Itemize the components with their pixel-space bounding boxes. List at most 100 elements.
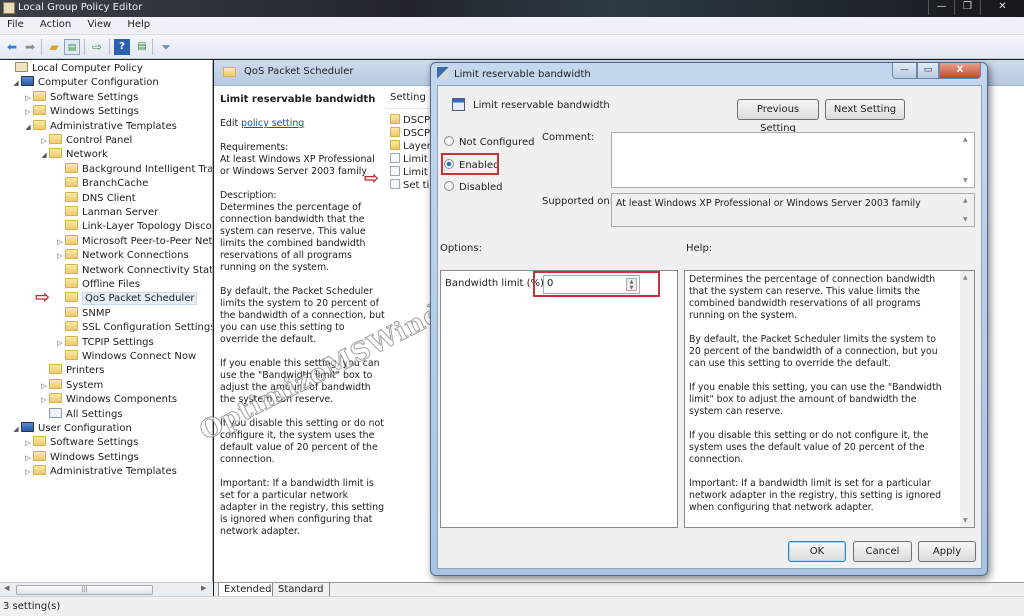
tree-item[interactable]: ▷ System [39,378,103,393]
setting-row[interactable]: DSCP value of conforming outbound packet… [390,114,434,127]
tree-item[interactable]: ▷ Administrative Templates [23,465,177,479]
minimize-button[interactable]: — [928,0,954,15]
collapse-arrow-icon[interactable]: ◢ [39,148,49,162]
help-icon[interactable]: ? [114,39,130,55]
menu-file[interactable]: File [0,17,30,30]
dialog-close-button[interactable]: X [939,63,981,79]
tree-item[interactable]: ▷ Software Settings [23,436,138,450]
collapse-arrow-icon[interactable]: ◢ [11,76,21,90]
tree-item[interactable]: ◢ User Configuration [11,422,132,436]
policy-setting-icon [390,153,400,163]
column-header-setting[interactable]: Setting [386,92,436,109]
scroll-up-icon[interactable]: ▲ [963,274,968,281]
tree-item[interactable]: ▷ Windows Settings [23,105,139,119]
expand-arrow-icon[interactable]: ▷ [39,379,49,393]
expand-arrow-icon[interactable]: ▷ [23,436,33,450]
export-list-icon[interactable]: ⇨ [89,39,105,55]
scroll-up-icon[interactable]: ▲ [963,197,968,204]
scrollbar-thumb[interactable]: ||| [16,585,153,595]
tree-item[interactable]: ▷ Software Settings [23,90,138,105]
tree-item[interactable]: ▷ Windows Settings [23,450,139,465]
radio-button[interactable] [444,136,454,146]
tree-item[interactable]: ▷ Control Panel [39,134,132,148]
setting-row[interactable]: Limit reservable bandwidth [390,166,434,179]
setting-row[interactable]: Limit outstanding packets [390,153,434,166]
tree-item[interactable]: Network Connectivity Status In [55,263,212,278]
dialog-maximize-button[interactable]: ▭ [917,63,939,79]
expand-arrow-icon[interactable]: ▷ [55,249,65,263]
folder-icon [49,364,62,375]
up-folder-icon[interactable]: ▰ [46,39,62,55]
setting-row[interactable]: Layer-2 priority value [390,140,434,153]
radio-button[interactable] [444,181,454,191]
tree-item[interactable]: ◢ Computer Configuration [11,76,159,90]
cancel-button[interactable]: Cancel [853,541,912,562]
scroll-up-icon[interactable]: ▲ [963,136,968,143]
previous-setting-button[interactable]: Previous Setting [737,99,819,134]
help-label: Help: [686,243,713,254]
tree-item[interactable]: Background Intelligent Transfe [55,162,212,177]
expand-arrow-icon[interactable]: ▷ [55,235,65,249]
edit-policy-setting-link[interactable]: policy setting [241,118,304,129]
tree-item[interactable]: ▷ Microsoft Peer-to-Peer Netwo [55,234,212,249]
filter-icon[interactable]: ⏷ [158,39,174,55]
tree-horizontal-scrollbar[interactable]: ◀ ||| ▶ [0,582,213,596]
expand-arrow-icon[interactable]: ▷ [23,451,33,465]
scroll-down-icon[interactable]: ▼ [963,517,968,524]
forward-icon[interactable]: ➡ [22,39,38,55]
tree-item[interactable]: Printers [39,364,104,378]
expand-arrow-icon[interactable]: ▷ [55,336,65,350]
collapse-arrow-icon[interactable]: ◢ [23,120,33,134]
tab-standard[interactable]: Standard [272,583,330,597]
tree-item[interactable]: Local Computer Policy [5,62,143,76]
tree-item[interactable]: DNS Client [55,191,136,206]
tree-item[interactable]: SSL Configuration Settings [55,321,212,335]
tree-item[interactable]: ▷ TCPIP Settings [55,335,154,350]
menu-view[interactable]: View [80,17,117,30]
back-icon[interactable]: ⬅ [4,39,20,55]
tab-extended[interactable]: Extended [218,583,278,597]
scroll-right-icon[interactable]: ▶ [201,584,206,592]
setting-row[interactable]: DSCP value of non-conforming outbound pa… [390,127,434,140]
folder-icon [33,90,46,101]
scroll-down-icon[interactable]: ▼ [963,177,968,184]
tree-item[interactable]: BranchCache [55,177,148,191]
help-scrollbar[interactable]: ▲ ▼ [960,271,974,527]
folder-icon [65,220,78,231]
expand-arrow-icon[interactable]: ▷ [23,105,33,119]
tree-item[interactable]: Offline Files [55,278,140,292]
setting-row[interactable]: Set timer resolution [390,179,434,192]
tree-item[interactable]: ◢ Administrative Templates [23,119,177,134]
tree-item[interactable]: SNMP [55,306,111,321]
tree-item[interactable]: ▷ Network Connections [55,249,189,263]
radio-disabled[interactable]: Disabled [444,181,502,193]
tree-item[interactable]: QoS Packet Scheduler [55,292,198,306]
tree-item[interactable]: ◢ Network [39,148,108,162]
menu-action[interactable]: Action [33,17,77,30]
ok-button[interactable]: OK [788,541,846,562]
collapse-arrow-icon[interactable]: ◢ [11,422,21,436]
comment-scrollbar[interactable]: ▲ ▼ [960,133,974,187]
expand-arrow-icon[interactable]: ▷ [39,134,49,148]
tree-item[interactable]: Windows Connect Now [55,350,196,364]
next-setting-button[interactable]: Next Setting [825,99,905,120]
radio-not-configured[interactable]: Not Configured [444,136,535,148]
tree-item[interactable]: Lanman Server [55,206,158,220]
scroll-down-icon[interactable]: ▼ [963,216,968,223]
tree-item[interactable]: Link-Layer Topology Discovery [55,220,212,234]
expand-arrow-icon[interactable]: ▷ [39,393,49,407]
show-action-pane-icon[interactable]: ▤ [134,39,150,55]
comment-textarea[interactable]: ▲ ▼ [611,132,975,188]
restore-button[interactable]: ❐ [954,0,980,15]
menu-help[interactable]: Help [120,17,156,30]
dialog-minimize-button[interactable]: — [892,63,917,79]
tree-item[interactable]: All Settings [39,407,123,422]
close-button[interactable]: ✕ [980,0,1024,15]
expand-arrow-icon[interactable]: ▷ [23,91,33,105]
scroll-left-icon[interactable]: ◀ [4,584,9,592]
show-hide-console-tree-icon[interactable]: ▤ [64,39,80,55]
apply-button[interactable]: Apply [918,541,976,562]
supported-scrollbar[interactable]: ▲ ▼ [960,194,974,226]
expand-arrow-icon[interactable]: ▷ [23,465,33,479]
tree-item[interactable]: ▷ Windows Components [39,393,177,407]
